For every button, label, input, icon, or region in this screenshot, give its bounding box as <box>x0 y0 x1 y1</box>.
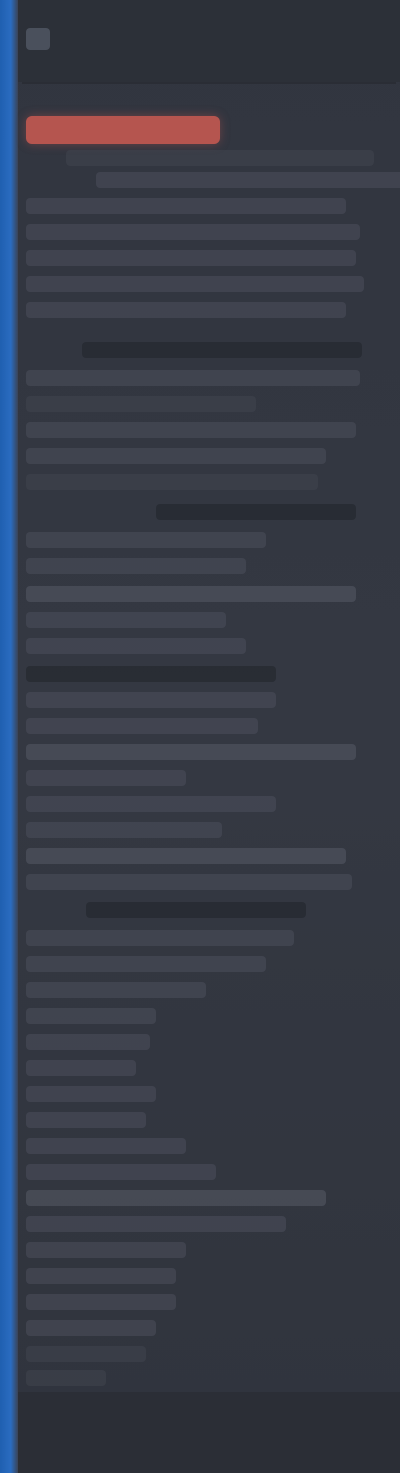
text-line <box>26 1294 176 1310</box>
text-line <box>156 504 356 520</box>
text-line <box>26 302 346 318</box>
text-line <box>26 1060 136 1076</box>
text-line <box>26 612 226 628</box>
text-line <box>96 172 400 188</box>
text-line <box>26 224 360 240</box>
text-line <box>26 396 256 412</box>
text-line <box>26 1320 156 1336</box>
text-line <box>26 1034 150 1050</box>
text-line <box>26 956 266 972</box>
text-line <box>26 1164 216 1180</box>
text-line <box>26 370 360 386</box>
text-line <box>26 1216 286 1232</box>
highlighted-item[interactable] <box>26 116 220 144</box>
header-divider <box>22 82 396 84</box>
text-line <box>26 770 186 786</box>
content-list <box>26 150 400 1390</box>
text-line <box>26 422 356 438</box>
text-line <box>66 150 374 166</box>
left-accent-bar <box>0 0 18 1473</box>
text-line <box>26 448 326 464</box>
text-line <box>26 1242 186 1258</box>
app-window <box>0 0 400 1473</box>
text-line <box>26 1346 146 1362</box>
text-line <box>26 198 346 214</box>
text-line <box>26 718 258 734</box>
text-line <box>26 250 356 266</box>
text-line <box>26 1086 156 1102</box>
text-line <box>86 902 306 918</box>
text-line <box>26 1008 156 1024</box>
window-title <box>62 30 272 44</box>
text-line <box>26 1112 146 1128</box>
text-line <box>26 276 364 292</box>
footer-bar <box>18 1392 400 1473</box>
text-line <box>26 982 206 998</box>
text-line <box>26 474 318 490</box>
text-line <box>26 848 346 864</box>
text-line <box>26 744 356 760</box>
text-line <box>26 796 276 812</box>
text-line <box>26 822 222 838</box>
text-line <box>26 666 276 682</box>
text-line <box>26 638 246 654</box>
text-line <box>26 874 352 890</box>
text-line <box>26 1268 176 1284</box>
text-line <box>26 1190 326 1206</box>
app-icon[interactable] <box>26 28 50 50</box>
text-line <box>26 532 266 548</box>
text-line <box>26 930 294 946</box>
text-line <box>26 586 356 602</box>
text-line <box>26 558 246 574</box>
text-line <box>26 1370 106 1386</box>
text-line <box>26 1138 186 1154</box>
text-line <box>26 692 276 708</box>
text-line <box>82 342 362 358</box>
